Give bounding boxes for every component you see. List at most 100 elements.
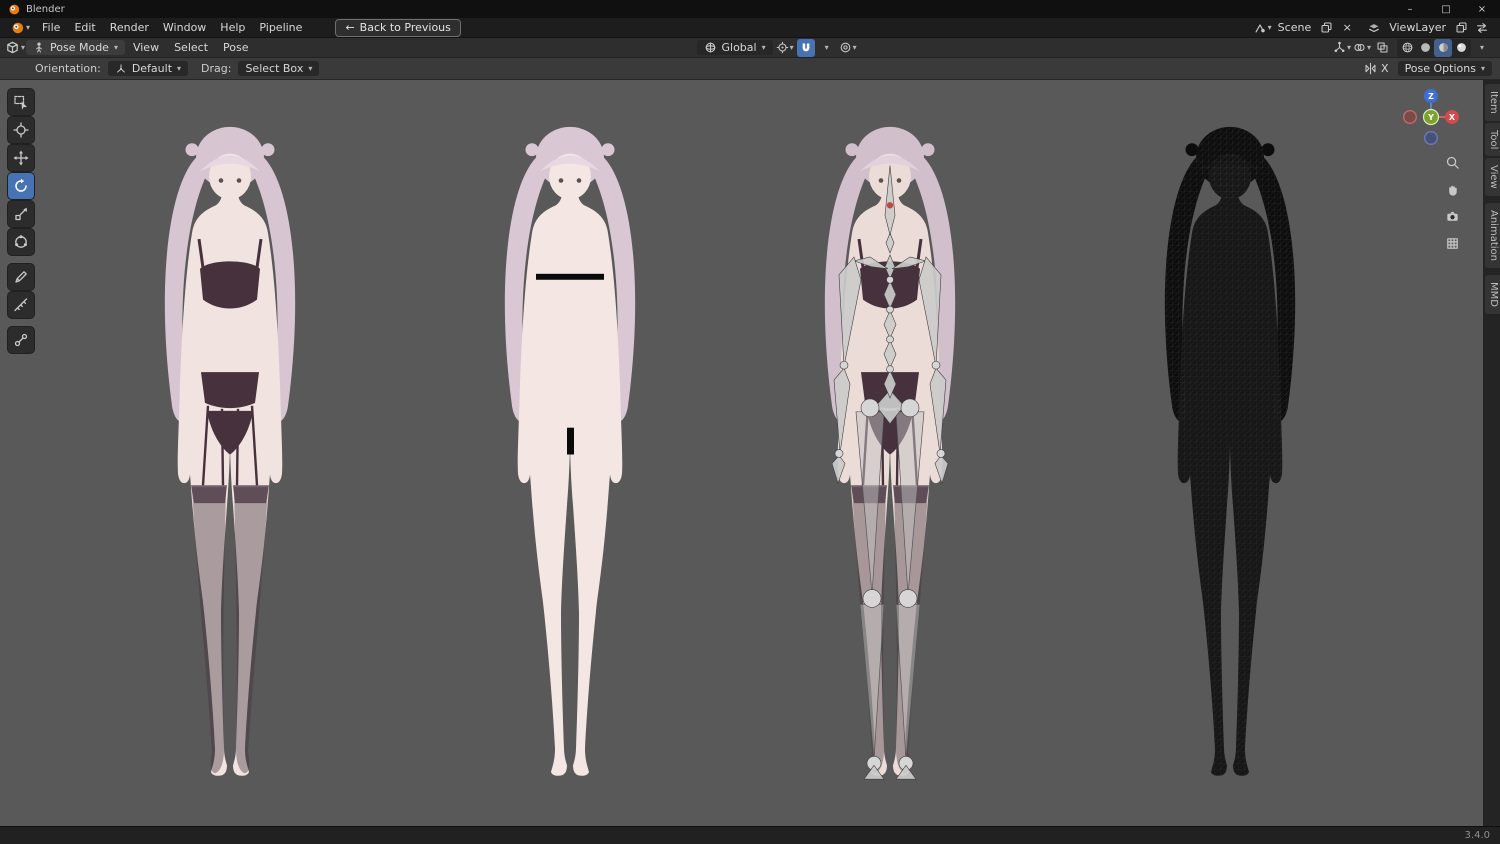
editor-type-button[interactable]: ▾: [5, 39, 25, 57]
pan-button[interactable]: [1440, 177, 1464, 201]
camera-view-button[interactable]: [1440, 204, 1464, 228]
xray-toggle[interactable]: [1373, 39, 1391, 57]
move-icon: [13, 150, 29, 166]
shading-rendered-button[interactable]: [1452, 39, 1470, 57]
gizmo-axis-x[interactable]: X: [1445, 110, 1459, 124]
show-gizmo-dropdown[interactable]: ▾: [1333, 39, 1351, 57]
cursor-icon: [13, 122, 29, 138]
snap-settings-dropdown[interactable]: ▾: [818, 39, 836, 57]
viewlayer-name[interactable]: ViewLayer: [1386, 21, 1449, 34]
back-to-previous-button[interactable]: ← Back to Previous: [335, 18, 461, 37]
pose-options-dropdown[interactable]: Pose Options ▾: [1397, 61, 1492, 76]
drag-mode-dropdown[interactable]: Select Box ▾: [238, 61, 320, 76]
pivot-icon: [776, 41, 788, 54]
pose-options-cluster: X Pose Options ▾: [1364, 60, 1492, 78]
swap-arrows-icon: [1477, 22, 1487, 33]
app-menu-button[interactable]: ▾: [5, 21, 35, 35]
minimize-button[interactable]: –: [1392, 0, 1428, 18]
tool-measure[interactable]: [8, 292, 34, 318]
model-armature[interactable]: [790, 108, 990, 803]
unlink-scene-button[interactable]: ×: [1338, 19, 1356, 37]
viewport-header: ▾ Pose Mode ▾ View Select Pose Global ▾: [0, 38, 1500, 58]
drag-mode-label: Select Box: [245, 62, 304, 75]
chevron-down-icon: ▾: [1267, 22, 1272, 32]
gizmo-axis-z[interactable]: Z: [1424, 89, 1438, 103]
view-controls: [1440, 150, 1464, 255]
overlay-shading-cluster: ▾ ▾ ▾: [1333, 38, 1495, 57]
globe-icon: [705, 42, 715, 53]
gizmo-negative-z[interactable]: [1424, 131, 1439, 146]
blender-version: 3.4.0: [1464, 830, 1490, 841]
orientation-default-dropdown[interactable]: Default ▾: [107, 61, 189, 76]
data-transfer-button[interactable]: [1473, 19, 1491, 37]
navigation-gizmo[interactable]: Z X Y: [1400, 86, 1462, 148]
axis-icon: [116, 63, 125, 72]
back-arrow-icon: ←: [345, 20, 355, 34]
x-mirror-toggle[interactable]: X: [1364, 60, 1389, 78]
wireframe-sphere-icon: [1402, 42, 1412, 53]
gizmo-negative-x[interactable]: [1402, 110, 1418, 125]
tab-animation[interactable]: Animation: [1485, 202, 1500, 268]
menu-file[interactable]: File: [35, 19, 67, 36]
orientation-dropdown[interactable]: Global ▾: [696, 40, 773, 55]
new-viewlayer-button[interactable]: [1452, 19, 1470, 37]
scene-name[interactable]: Scene: [1275, 21, 1315, 34]
tool-select-box[interactable]: [8, 89, 34, 115]
tool-settings-bar: Orientation: Default ▾ Drag: Select Box …: [0, 58, 1500, 80]
shading-material-button[interactable]: [1434, 38, 1452, 57]
pivot-point-dropdown[interactable]: ▾: [776, 39, 794, 57]
select-box-icon: [14, 95, 27, 110]
browse-viewlayer-button[interactable]: [1365, 19, 1383, 37]
menu-view[interactable]: View: [126, 39, 166, 56]
tab-view[interactable]: View: [1485, 158, 1500, 196]
overlays-dropdown[interactable]: ▾: [1353, 39, 1371, 57]
menu-help[interactable]: Help: [213, 19, 252, 36]
tab-item[interactable]: Item: [1485, 84, 1500, 121]
tool-cursor[interactable]: [8, 117, 34, 143]
copy-icon: [1321, 22, 1332, 33]
tool-rotate[interactable]: [8, 173, 34, 199]
zoom-button[interactable]: [1440, 150, 1464, 174]
proportional-editing-dropdown[interactable]: ▾: [839, 39, 857, 57]
mode-dropdown[interactable]: Pose Mode ▾: [26, 40, 125, 55]
tool-scale[interactable]: [8, 201, 34, 227]
orientation-setting-label: Orientation:: [35, 62, 101, 75]
menu-render[interactable]: Render: [103, 19, 156, 36]
menu-edit[interactable]: Edit: [67, 19, 102, 36]
tool-pose-breakdowner[interactable]: [8, 327, 34, 353]
maximize-button[interactable]: □: [1428, 0, 1464, 18]
chevron-down-icon: ▾: [26, 22, 31, 32]
menu-pose[interactable]: Pose: [216, 39, 255, 56]
gizmo-z-label: Z: [1428, 92, 1434, 101]
tool-move[interactable]: [8, 145, 34, 171]
close-button[interactable]: ×: [1464, 0, 1500, 18]
blender-window: Blender – □ × ▾ File Edit Render Window …: [0, 0, 1500, 844]
tool-transform[interactable]: [8, 229, 34, 255]
shading-settings-dropdown[interactable]: ▾: [1473, 39, 1491, 57]
blender-logo-icon: [9, 4, 20, 14]
menu-select[interactable]: Select: [167, 39, 215, 56]
model-clothed[interactable]: [130, 108, 330, 803]
menu-window[interactable]: Window: [156, 19, 213, 36]
model-base[interactable]: [470, 108, 670, 803]
browse-scene-button[interactable]: ▾: [1253, 19, 1272, 37]
hand-icon: [1448, 185, 1457, 196]
shading-solid-button[interactable]: [1416, 39, 1434, 57]
new-scene-button[interactable]: [1317, 19, 1335, 37]
titlebar: Blender – □ ×: [0, 0, 1500, 18]
3d-viewport[interactable]: Z X Y Item Tool View Animation MMD: [0, 80, 1500, 826]
toolbar: [8, 89, 34, 355]
mirror-icon: [1365, 62, 1376, 75]
tab-mmd[interactable]: MMD: [1485, 274, 1500, 314]
gizmo-axis-y[interactable]: Y: [1422, 108, 1440, 126]
shading-wireframe-button[interactable]: [1398, 39, 1416, 57]
chevron-down-icon: ▾: [177, 63, 182, 73]
snap-toggle[interactable]: [796, 38, 815, 57]
menu-pipeline[interactable]: Pipeline: [252, 19, 309, 36]
perspective-toggle-button[interactable]: [1440, 231, 1464, 255]
chevron-down-icon: ▾: [1480, 63, 1485, 73]
tab-tool[interactable]: Tool: [1485, 122, 1500, 157]
model-wireframe[interactable]: [1130, 108, 1330, 803]
tool-annotate[interactable]: [8, 264, 34, 290]
orientation-default-label: Default: [131, 62, 173, 75]
